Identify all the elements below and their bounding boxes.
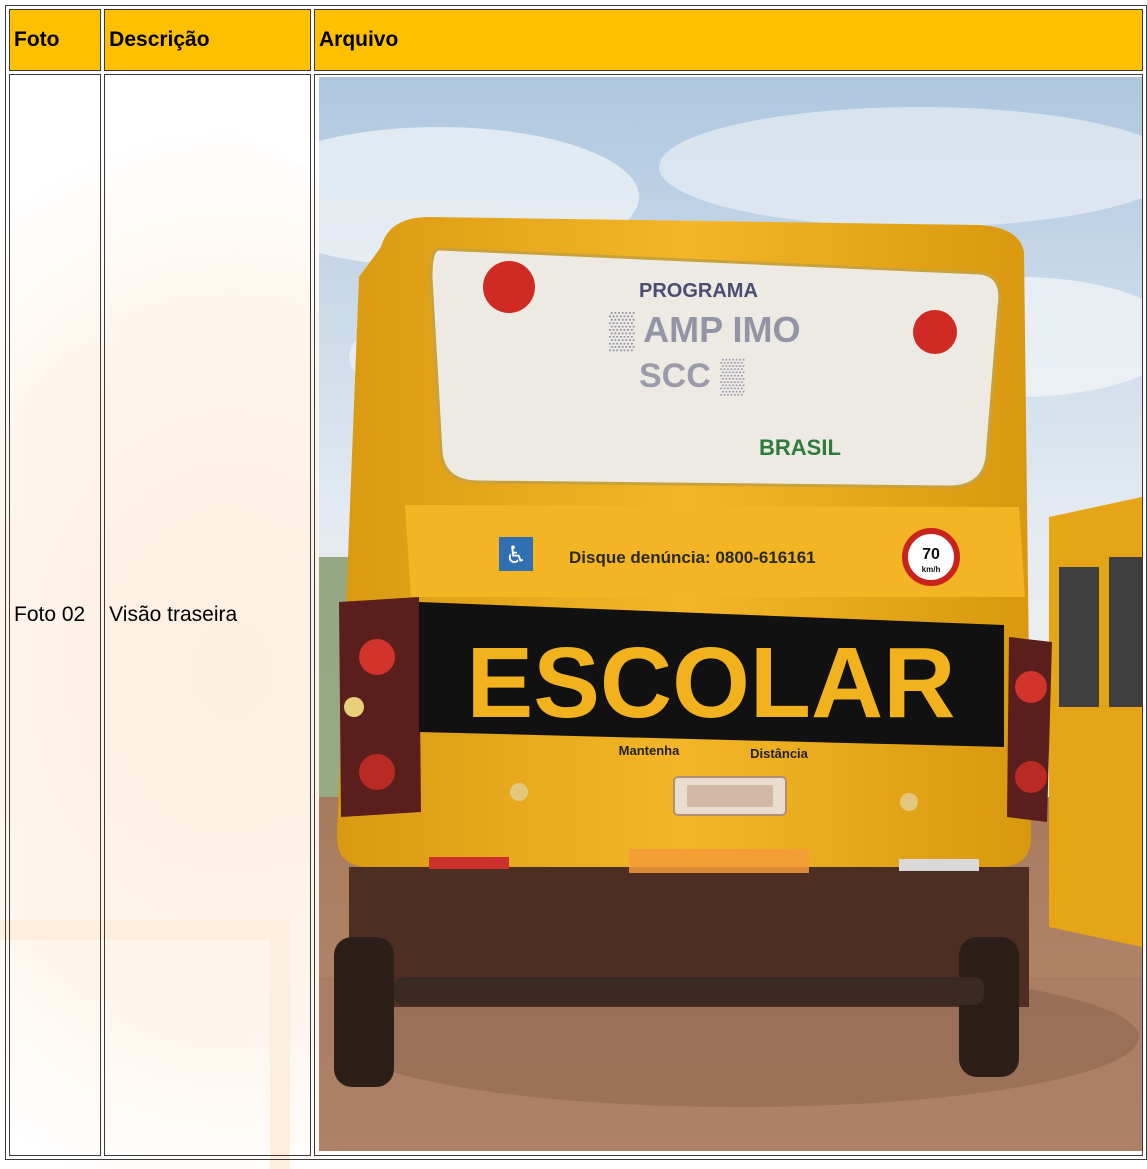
sticker-left-text: Mantenha [619,743,680,758]
cell-foto: Foto 02 [9,74,102,1156]
cell-descricao: Visão traseira [104,74,311,1156]
sticker-right-text: Distância [750,746,809,761]
header-arquivo: Arquivo [313,9,1143,71]
document-page: Foto Descrição Arquivo Foto 02 Visão tra… [0,0,1147,1169]
svg-text:▒ AMP IMO: ▒ AMP IMO [609,309,801,352]
bus-rear-photo: PROGRAMA ▒ AMP IMO SCC ▒ BRASIL ♿ Disque… [318,77,1142,1151]
window-program-text: PROGRAMA [639,280,758,302]
cell-arquivo: PROGRAMA ▒ AMP IMO SCC ▒ BRASIL ♿ Disque… [313,74,1143,1156]
speed-limit-text: 70 [922,546,940,563]
speed-unit-text: km/h [922,565,941,574]
header-foto: Foto [9,9,102,71]
svg-text:♿: ♿ [505,541,527,569]
photo-table: Foto Descrição Arquivo Foto 02 Visão tra… [5,5,1147,1160]
window-brand-text: BRASIL [759,435,841,460]
svg-text:SCC ▒: SCC ▒ [639,357,745,396]
table-header-row: Foto Descrição Arquivo [9,9,1143,71]
header-descricao: Descrição [104,9,311,71]
escolar-sticker: ESCOLAR [467,627,956,739]
hotline-text: Disque denúncia: 0800-616161 [569,548,816,567]
table-row: Foto 02 Visão traseira PROGRAMA ▒ AMP IM… [9,74,1143,1156]
